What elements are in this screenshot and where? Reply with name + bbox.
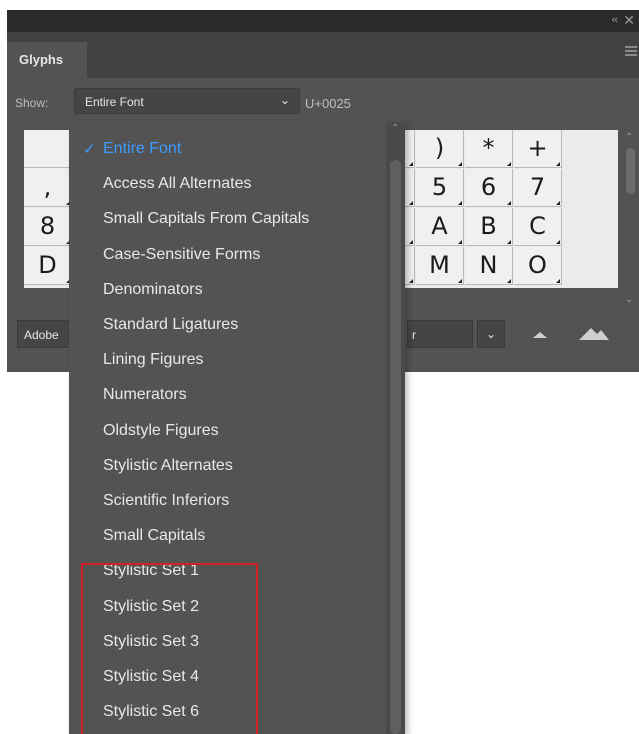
dropdown-item-label: Oldstyle Figures <box>103 421 219 439</box>
dropdown-item[interactable]: Small Capitals <box>69 521 385 551</box>
dropdown-item[interactable]: Stylistic Alternates <box>69 451 385 481</box>
dropdown-item-label: Numerators <box>103 386 187 404</box>
glyph-cell[interactable]: * <box>465 130 513 168</box>
chevron-down-icon: ⌄ <box>279 93 290 107</box>
glyph-cell[interactable]: A <box>416 208 464 246</box>
close-icon[interactable]: ✕ <box>623 12 635 29</box>
unicode-readout: U+0025 <box>305 96 351 111</box>
double-chevron-left-icon[interactable]: ‹‹ <box>612 14 618 26</box>
mountain-large-icon[interactable] <box>573 320 613 344</box>
dropdown-item-label: Case-Sensitive Forms <box>103 245 261 263</box>
glyph-cell[interactable] <box>24 130 72 168</box>
glyph-cell[interactable]: D <box>24 247 72 285</box>
glyph-cell[interactable]: 5 <box>416 169 464 207</box>
dropdown-scrollbar[interactable]: ⌃ <box>386 122 405 734</box>
dropdown-item[interactable]: Small Capitals From Capitals <box>69 204 385 234</box>
glyph-cell[interactable]: + <box>514 130 562 168</box>
dropdown-item-label: Standard Ligatures <box>103 316 239 333</box>
dropdown-item-label: Scientific Inferiors <box>103 492 230 509</box>
scroll-down-icon[interactable]: ⌄ <box>625 294 633 305</box>
chevron-down-icon[interactable]: ⌄ <box>477 320 505 348</box>
glyph-cell[interactable]: 8 <box>24 208 72 246</box>
glyph-cell[interactable]: ) <box>416 130 464 168</box>
dropdown-item-label: Small Capitals From Capitals <box>103 210 310 228</box>
scrollbar-thumb[interactable] <box>626 148 635 194</box>
show-select[interactable]: Entire Font ⌄ <box>74 88 300 114</box>
glyph-cell[interactable]: M <box>416 247 464 285</box>
glyph-cell[interactable]: 6 <box>465 169 513 207</box>
dropdown-item[interactable]: Denominators <box>69 275 385 305</box>
dropdown-item-label: Lining Figures <box>103 351 204 369</box>
stylistic-sets-highlight <box>81 563 258 734</box>
glyph-cell[interactable]: C <box>514 208 562 246</box>
glyph-cell[interactable]: 7 <box>514 169 562 207</box>
dropdown-item[interactable]: Standard Ligatures <box>69 310 385 340</box>
show-label: Show: <box>15 96 49 110</box>
mountain-small-icon[interactable] <box>525 324 555 344</box>
dropdown-item-label: Denominators <box>103 280 203 298</box>
dropdown-item-label: Access All Alternates <box>103 175 252 193</box>
dropdown-item-label: Entire Font <box>103 140 182 157</box>
scrollbar-thumb[interactable] <box>390 160 401 734</box>
tab-glyphs[interactable]: Glyphs <box>7 42 87 78</box>
glyph-cell[interactable]: B <box>465 208 513 246</box>
show-select-value: Entire Font <box>85 95 144 109</box>
dropdown-item-label: Small Capitals <box>103 527 206 545</box>
dropdown-item[interactable]: Scientific Inferiors <box>69 486 385 516</box>
glyph-cell[interactable]: , <box>24 169 72 207</box>
scroll-up-icon[interactable]: ⌃ <box>625 132 633 143</box>
glyph-grid-scrollbar[interactable]: ⌃ ⌄ <box>621 130 639 310</box>
dropdown-item[interactable]: Oldstyle Figures <box>69 416 385 446</box>
checkmark-icon: ✓ <box>83 141 96 158</box>
dropdown-item[interactable]: Case-Sensitive Forms <box>69 240 385 270</box>
panel-titlebar: ‹‹ ✕ <box>7 10 639 32</box>
hamburger-menu-icon[interactable] <box>625 46 637 58</box>
dropdown-item-label: Stylistic Alternates <box>103 456 233 474</box>
dropdown-item[interactable]: ✓ Entire Font <box>69 134 385 164</box>
dropdown-item[interactable]: Numerators <box>69 380 385 410</box>
glyph-cell[interactable]: O <box>514 247 562 285</box>
font-style-select[interactable]: r <box>407 320 473 348</box>
scroll-up-icon[interactable]: ⌃ <box>391 123 399 134</box>
dropdown-item[interactable]: Lining Figures <box>69 345 385 375</box>
glyph-cell[interactable]: N <box>465 247 513 285</box>
dropdown-item[interactable]: Access All Alternates <box>69 169 385 199</box>
panel-tabbar: Glyphs <box>7 32 639 78</box>
